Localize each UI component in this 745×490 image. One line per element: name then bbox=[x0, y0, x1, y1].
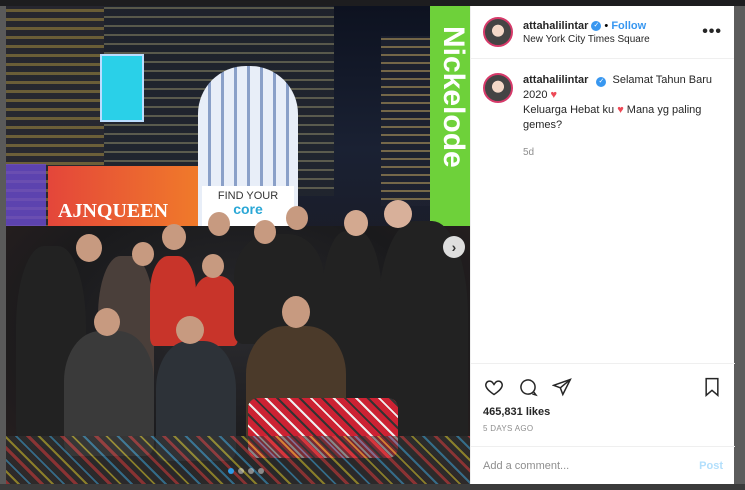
person-head bbox=[162, 224, 186, 250]
person-head bbox=[344, 210, 368, 236]
person-head bbox=[384, 200, 412, 228]
avatar[interactable] bbox=[483, 17, 513, 47]
bookmark-icon[interactable] bbox=[701, 376, 723, 398]
action-icons bbox=[483, 374, 723, 400]
post-photo[interactable]: Nickelode FIND YOUR core AJNQUEEN › bbox=[6, 6, 470, 484]
verified-icon: ✓ bbox=[591, 20, 602, 31]
carousel-dot bbox=[228, 468, 234, 474]
building-right bbox=[381, 36, 436, 206]
follow-button[interactable]: Follow bbox=[611, 20, 646, 32]
caption-username[interactable]: attahalilintar bbox=[523, 74, 588, 86]
post-button[interactable]: Post bbox=[699, 460, 723, 472]
caption: attahalilintar ✓ Selamat Tahun Baru 2020… bbox=[471, 59, 734, 174]
verified-icon: ✓ bbox=[596, 77, 607, 87]
action-bar: 465,831 likes 5 DAYS AGO bbox=[471, 363, 735, 433]
separator-dot: • bbox=[604, 19, 612, 32]
caption-body: attahalilintar ✓ Selamat Tahun Baru 2020… bbox=[523, 73, 722, 160]
cyan-billboard bbox=[100, 54, 144, 122]
caption-age: 5d bbox=[523, 147, 535, 158]
carousel-dot bbox=[248, 468, 254, 474]
person-head bbox=[176, 316, 204, 344]
header-row: attahalilintar ✓ • Follow bbox=[523, 20, 702, 32]
person-head bbox=[208, 212, 230, 236]
person-head bbox=[202, 254, 224, 278]
post-header: attahalilintar ✓ • Follow New York City … bbox=[471, 6, 734, 59]
orange-billboard-text: AJNQUEEN bbox=[58, 200, 169, 222]
carousel-dot bbox=[238, 468, 244, 474]
post-modal: Nickelode FIND YOUR core AJNQUEEN › atta… bbox=[6, 6, 735, 484]
username-link[interactable]: attahalilintar bbox=[523, 20, 588, 32]
red-heart-icon: ♥ bbox=[617, 104, 624, 116]
person-head bbox=[76, 234, 102, 262]
comment-icon[interactable] bbox=[517, 376, 539, 398]
green-billboard: Nickelode bbox=[430, 6, 470, 236]
post-sidebar: attahalilintar ✓ • Follow New York City … bbox=[470, 6, 735, 484]
sign-core-text: core bbox=[233, 201, 263, 217]
person-head bbox=[132, 242, 154, 266]
posted-time[interactable]: 5 DAYS AGO bbox=[483, 424, 723, 433]
more-icon[interactable]: ••• bbox=[702, 23, 722, 41]
confetti-ground bbox=[6, 436, 470, 484]
caption-line2a: Keluarga Hebat ku bbox=[523, 104, 615, 116]
carousel-indicator bbox=[228, 468, 264, 474]
caption-avatar[interactable] bbox=[483, 73, 513, 103]
person-head bbox=[282, 296, 310, 328]
share-icon[interactable] bbox=[551, 376, 573, 398]
location-link[interactable]: New York City Times Square bbox=[523, 34, 702, 45]
next-arrow-icon[interactable]: › bbox=[443, 236, 465, 258]
person-head bbox=[254, 220, 276, 244]
backdrop-right bbox=[734, 6, 745, 490]
person-head bbox=[94, 308, 120, 336]
like-count[interactable]: 465,831 likes bbox=[483, 406, 723, 418]
carousel-dot bbox=[258, 468, 264, 474]
person-head bbox=[286, 206, 308, 230]
red-heart-icon: ♥ bbox=[550, 89, 558, 101]
green-billboard-text: Nickelode bbox=[437, 26, 470, 168]
comment-input[interactable] bbox=[483, 459, 700, 472]
heart-icon[interactable] bbox=[483, 376, 505, 398]
header-text: attahalilintar ✓ • Follow New York City … bbox=[523, 20, 702, 45]
backdrop-bottom bbox=[0, 484, 745, 490]
comment-bar: Post bbox=[471, 446, 735, 484]
